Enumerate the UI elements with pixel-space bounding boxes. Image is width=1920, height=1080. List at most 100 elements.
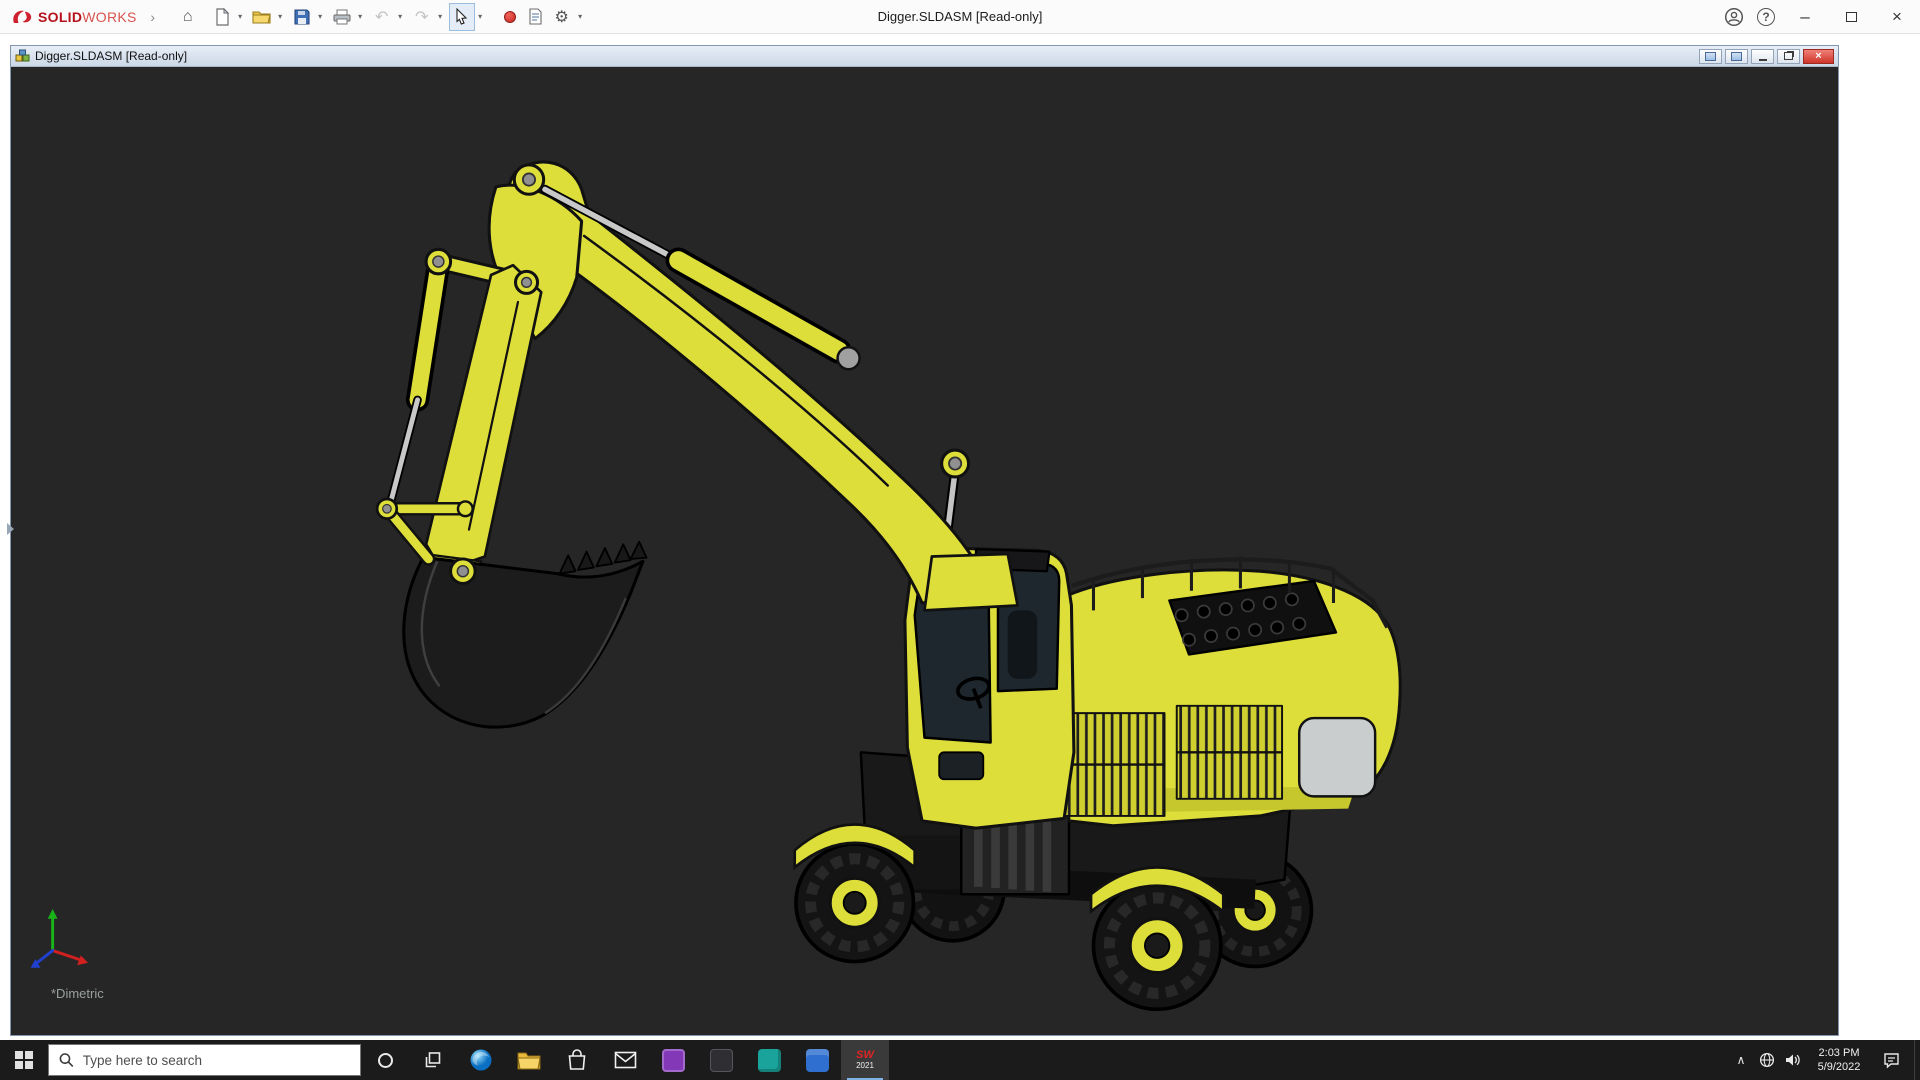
doc-minimize-icon	[1758, 58, 1767, 61]
purple-app-icon	[661, 1048, 685, 1072]
taskbar-solidworks-2021-active[interactable]: SW 2021	[841, 1040, 889, 1080]
undo-dropdown-arrow[interactable]: ▾	[395, 3, 406, 31]
select-dropdown-arrow[interactable]: ▾	[475, 3, 486, 31]
windows-logo-icon	[15, 1051, 33, 1069]
solidworks-app-icon	[757, 1048, 781, 1072]
open-dropdown-arrow[interactable]: ▾	[275, 3, 286, 31]
3d-viewport[interactable]: *Dimetric	[11, 67, 1838, 1035]
network-button[interactable]	[1754, 1040, 1780, 1080]
save-button[interactable]	[289, 3, 315, 31]
undo-button[interactable]: ↶	[369, 3, 395, 31]
doc-restore-icon	[1784, 52, 1793, 60]
task-view-button[interactable]	[409, 1040, 457, 1080]
taskbar-clock[interactable]: 2:03 PM 5/9/2022	[1806, 1046, 1872, 1075]
select-tool-button[interactable]	[448, 2, 475, 31]
blue-app-icon	[805, 1048, 829, 1072]
account-button[interactable]	[1718, 0, 1750, 34]
new-document-button[interactable]	[209, 3, 235, 31]
orientation-triad	[30, 908, 89, 968]
open-button[interactable]	[249, 3, 275, 31]
engine-deck[interactable]	[1045, 556, 1402, 828]
print-dropdown-arrow[interactable]: ▾	[355, 3, 366, 31]
search-icon	[59, 1053, 74, 1067]
network-icon	[1759, 1052, 1775, 1068]
help-button[interactable]: ?	[1750, 0, 1782, 34]
app-window-controls: ? – ×	[1718, 0, 1920, 34]
brand-solid: SOLID	[38, 8, 83, 25]
single-pane-icon	[1705, 51, 1716, 61]
save-floppy-icon	[294, 8, 310, 25]
new-dropdown-arrow[interactable]: ▾	[235, 3, 246, 31]
print-button[interactable]	[329, 3, 355, 31]
app-window-title: Digger.SLDASM [Read-only]	[877, 9, 1043, 24]
save-dropdown-arrow[interactable]: ▾	[315, 3, 326, 31]
pinned-app-solidworks[interactable]	[745, 1040, 793, 1080]
doc-close-button[interactable]: ×	[1803, 48, 1834, 64]
boom-arm[interactable]	[386, 160, 1019, 612]
excavator-3d-model[interactable]	[11, 67, 1838, 1035]
pinned-app-store[interactable]	[553, 1040, 601, 1080]
featuremanager-collapsed-arrow[interactable]	[7, 523, 14, 535]
clock-date: 5/9/2022	[1817, 1061, 1861, 1073]
redo-button[interactable]: ↷	[409, 3, 435, 31]
rebuild-button[interactable]	[497, 3, 523, 31]
clock-time: 2:03 PM	[1818, 1046, 1860, 1059]
options-button[interactable]: ⚙	[549, 3, 575, 31]
app-title-bar: SOLIDWORKS › ⌂ ▾ ▾ ▾ ▾ ↶ ▾ ↷ ▾ ▾ ⚙ ▾ Dig…	[0, 0, 1920, 34]
store-icon	[568, 1049, 586, 1070]
mail-icon	[614, 1051, 636, 1069]
solidworks-logo-icon	[13, 10, 32, 23]
cortana-button[interactable]	[361, 1040, 409, 1080]
rebuild-icon	[503, 10, 516, 23]
pinned-app-blue[interactable]	[793, 1040, 841, 1080]
help-icon: ?	[1757, 7, 1775, 26]
home-button[interactable]: ⌂	[175, 3, 201, 31]
document-titlebar[interactable]: Digger.SLDASM [Read-only] ×	[11, 46, 1838, 67]
home-icon: ⌂	[182, 7, 193, 25]
file-properties-icon	[529, 8, 542, 25]
menu-flyout-arrow[interactable]: ›	[145, 9, 161, 25]
document-window-controls: ×	[1696, 48, 1834, 64]
windows-taskbar: SW 2021 ∧ 2:03 PM 5/9/2022	[0, 1040, 1920, 1080]
app-minimize-button[interactable]: –	[1782, 0, 1828, 34]
pinned-app-edge[interactable]	[457, 1040, 505, 1080]
solidworks-logo: SOLIDWORKS	[10, 8, 137, 26]
search-input[interactable]	[82, 1052, 350, 1068]
split-pane-icon	[1731, 51, 1742, 61]
maximize-icon	[1845, 11, 1857, 22]
doc-restore-button[interactable]	[1777, 48, 1800, 64]
select-cursor-icon	[456, 8, 467, 25]
app-close-button[interactable]: ×	[1874, 0, 1920, 34]
file-explorer-icon	[517, 1052, 541, 1070]
tray-overflow-chevron[interactable]: ∧	[1728, 1040, 1754, 1080]
solidworks-2021-icon: SW 2021	[856, 1049, 874, 1070]
main-toolbar: ⌂ ▾ ▾ ▾ ▾ ↶ ▾ ↷ ▾ ▾ ⚙ ▾	[175, 2, 589, 31]
pinned-app-file-explorer[interactable]	[505, 1040, 553, 1080]
start-button[interactable]	[0, 1040, 48, 1080]
redo-dropdown-arrow[interactable]: ▾	[435, 3, 446, 31]
file-properties-button[interactable]	[523, 3, 549, 31]
view-orientation-label: *Dimetric	[51, 986, 104, 1001]
account-icon	[1724, 7, 1744, 26]
taskbar-search[interactable]	[48, 1044, 361, 1076]
volume-button[interactable]	[1780, 1040, 1806, 1080]
show-desktop-button[interactable]	[1914, 1040, 1920, 1080]
bucket[interactable]	[402, 540, 648, 729]
dark-app-icon	[709, 1048, 733, 1072]
edge-icon	[470, 1049, 492, 1071]
pinned-app-purple[interactable]	[649, 1040, 697, 1080]
open-folder-icon	[252, 11, 271, 24]
print-icon	[333, 9, 351, 24]
viewport-pane-button-2[interactable]	[1725, 48, 1748, 64]
brand-works: WORKS	[82, 8, 137, 25]
app-maximize-button[interactable]	[1828, 0, 1874, 34]
doc-minimize-button[interactable]	[1751, 48, 1774, 64]
document-window: Digger.SLDASM [Read-only] × *Dimetric	[10, 45, 1839, 1036]
pinned-app-mail[interactable]	[601, 1040, 649, 1080]
volume-icon	[1786, 1054, 1800, 1066]
redo-icon: ↷	[414, 8, 429, 26]
viewport-pane-button-1[interactable]	[1699, 48, 1722, 64]
action-center-button[interactable]	[1872, 1040, 1910, 1080]
pinned-app-dark[interactable]	[697, 1040, 745, 1080]
options-dropdown-arrow[interactable]: ▾	[575, 3, 586, 31]
